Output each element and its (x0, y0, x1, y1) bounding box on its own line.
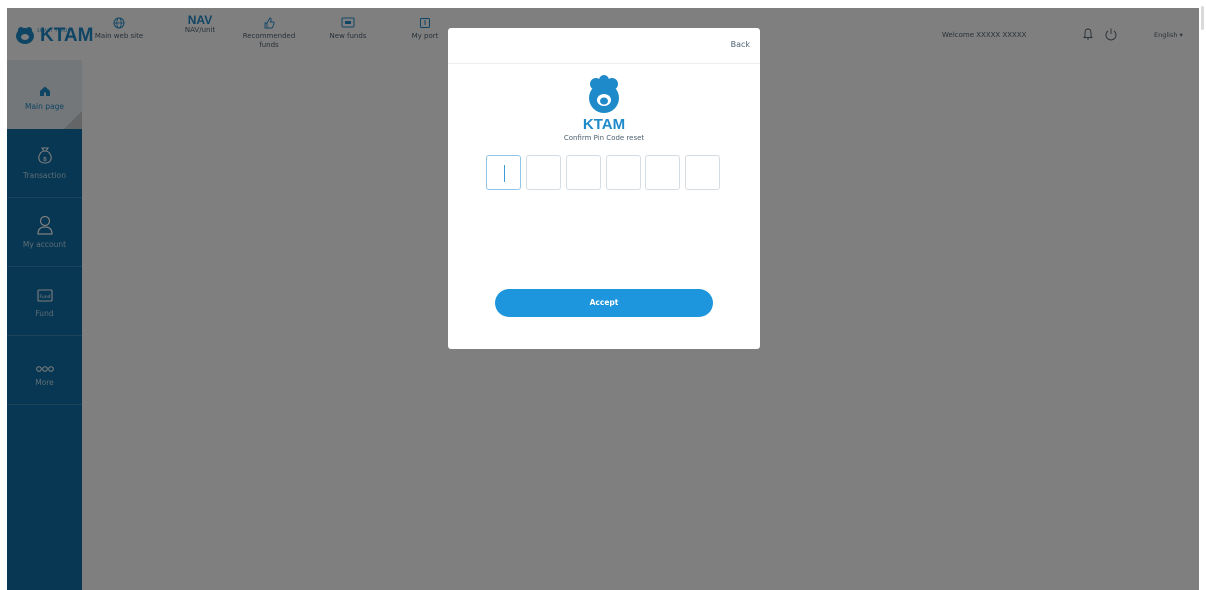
pin-digit-6[interactable] (685, 155, 720, 190)
accept-button[interactable]: Accept (495, 289, 713, 317)
modal-subtitle: Confirm Pin Code reset (563, 134, 645, 142)
pin-digit-3[interactable] (566, 155, 601, 190)
modal-divider (448, 63, 760, 64)
text-caret (504, 165, 505, 182)
pin-digit-1[interactable] (486, 155, 521, 190)
modal-brand: KTAM (582, 116, 626, 133)
pin-digit-2[interactable] (526, 155, 561, 190)
page-scrollbar[interactable] (1199, 0, 1206, 590)
scrollbar-thumb[interactable] (1201, 6, 1204, 30)
pin-reset-dialog: Back KTAM Confirm Pin Code reset Accept (448, 28, 760, 349)
ktam-emblem-icon (582, 74, 626, 120)
pin-digit-4[interactable] (606, 155, 641, 190)
pin-digit-5[interactable] (645, 155, 680, 190)
back-link[interactable]: Back (731, 40, 750, 49)
app-window: KTAM SMART TRADE Main web site NAV NAV/u… (7, 8, 1199, 590)
